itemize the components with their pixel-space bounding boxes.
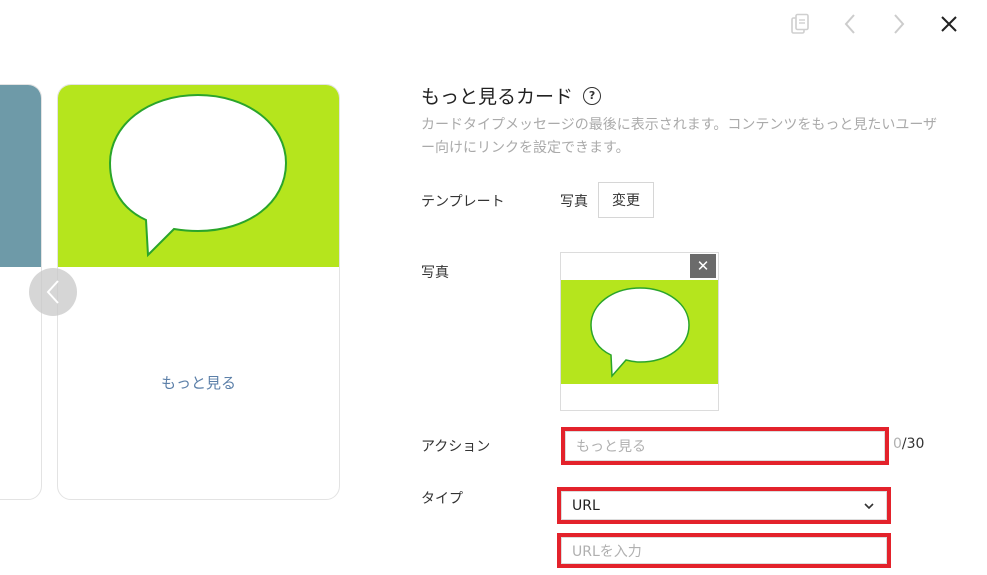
speech-bubble-icon [108,93,288,258]
copy-button[interactable] [785,9,815,39]
close-button[interactable] [934,9,964,39]
section-title: もっと見るカード ? [421,82,602,109]
chevron-left-icon [844,14,855,34]
type-selected-value: URL [572,497,600,514]
action-placeholder: もっと見る [576,439,646,455]
action-input[interactable]: もっと見る [565,431,885,461]
type-select[interactable]: URL [561,491,887,520]
help-icon[interactable]: ? [583,86,602,105]
action-count: 0 [893,436,902,452]
close-icon: ✕ [696,257,710,275]
chevron-down-icon [864,502,874,509]
preview-prev-button[interactable] [29,268,77,316]
title-text: もっと見るカード [421,86,574,108]
chevron-left-icon [46,280,59,304]
preview-card-previous-image [0,85,41,267]
chevron-right-icon [894,14,905,34]
close-icon [941,16,957,32]
photo-label: 写真 [421,265,449,281]
action-label: アクション [421,439,491,455]
photo-thumbnail-image [561,280,718,384]
photo-thumbnail: ✕ [560,252,719,411]
template-label: テンプレート [421,194,505,210]
change-template-button[interactable]: 変更 [598,182,654,218]
url-input[interactable]: URLを入力 [561,537,887,564]
previous-button[interactable] [835,9,865,39]
speech-bubble-icon [590,287,690,378]
section-description: カードタイプメッセージの最後に表示されます。コンテンツをもっと見たいユーザー向け… [421,117,938,156]
remove-photo-button[interactable]: ✕ [690,254,716,278]
next-button[interactable] [884,9,914,39]
action-counter: 0/30 [893,436,924,452]
preview-more-card: もっと見る [57,84,340,500]
template-value: 写真 [560,194,588,210]
type-label: タイプ [421,491,463,507]
action-max: /30 [901,436,925,452]
url-placeholder: URLを入力 [572,543,642,560]
copy-icon [791,13,809,34]
preview-card-image [58,85,339,267]
preview-more-label[interactable]: もっと見る [58,372,339,393]
